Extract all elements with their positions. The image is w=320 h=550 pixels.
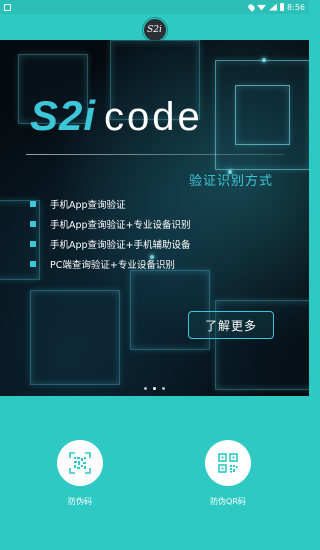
qr-icon-circle[interactable] <box>205 440 251 486</box>
pager-dot[interactable] <box>144 387 147 390</box>
learn-more-button[interactable]: 了解更多 <box>188 311 274 339</box>
scan-icon <box>69 452 91 474</box>
brand-wordmark: S2i code <box>30 92 203 140</box>
pager-dot[interactable] <box>162 387 165 390</box>
scan-icon-circle[interactable] <box>57 440 103 486</box>
brand-divider <box>26 154 284 155</box>
brand-part1: S2i <box>30 92 97 139</box>
banner-subtitle: 验证识别方式 <box>188 174 273 189</box>
feature-item: 手机App查询验证 <box>30 194 191 214</box>
location-icon <box>247 2 256 12</box>
decor-dot <box>262 58 266 62</box>
feature-text: 手机App查询验证 <box>50 200 126 211</box>
bullet-icon <box>30 221 36 227</box>
feature-item: 手机App查询验证+手机辅助设备 <box>30 234 191 254</box>
wifi-icon <box>257 4 267 11</box>
feature-text: PC端查询验证+专业设备识别 <box>50 260 175 271</box>
decor-cube <box>235 85 290 145</box>
feature-text: 手机App查询验证+专业设备识别 <box>50 220 191 231</box>
status-bar: 8:56 <box>0 0 309 14</box>
app-header: S2i <box>0 14 309 42</box>
brand-part2: code <box>104 95 203 139</box>
anti-fake-qr-button[interactable]: 防伪QR码 <box>193 440 263 507</box>
battery-icon <box>280 3 285 11</box>
anti-fake-code-button[interactable]: 防伪码 <box>45 440 115 507</box>
promo-banner[interactable]: S2i code 验证识别方式 手机App查询验证 手机App查询验证+专业设备… <box>0 40 309 396</box>
feature-list: 手机App查询验证 手机App查询验证+专业设备识别 手机App查询验证+手机辅… <box>30 194 191 274</box>
anti-fake-code-label: 防伪码 <box>68 497 92 506</box>
action-area: 防伪码 防伪QR码 <box>0 396 309 550</box>
bullet-icon <box>30 201 36 207</box>
decor-cube <box>30 290 120 385</box>
feature-text: 手机App查询验证+手机辅助设备 <box>50 240 191 251</box>
feature-item: PC端查询验证+专业设备识别 <box>30 254 191 274</box>
bullet-icon <box>30 261 36 267</box>
bullet-icon <box>30 241 36 247</box>
pager-dot-active[interactable] <box>153 387 156 390</box>
qr-code-icon <box>218 453 238 473</box>
status-bar-right: 8:56 <box>247 2 305 12</box>
notification-icon <box>4 3 11 11</box>
status-time: 8:56 <box>287 2 305 12</box>
anti-fake-qr-label: 防伪QR码 <box>210 497 246 506</box>
feature-item: 手机App查询验证+专业设备识别 <box>30 214 191 234</box>
banner-pager <box>0 387 309 390</box>
signal-icon <box>269 3 278 11</box>
app-logo: S2i <box>142 18 167 42</box>
